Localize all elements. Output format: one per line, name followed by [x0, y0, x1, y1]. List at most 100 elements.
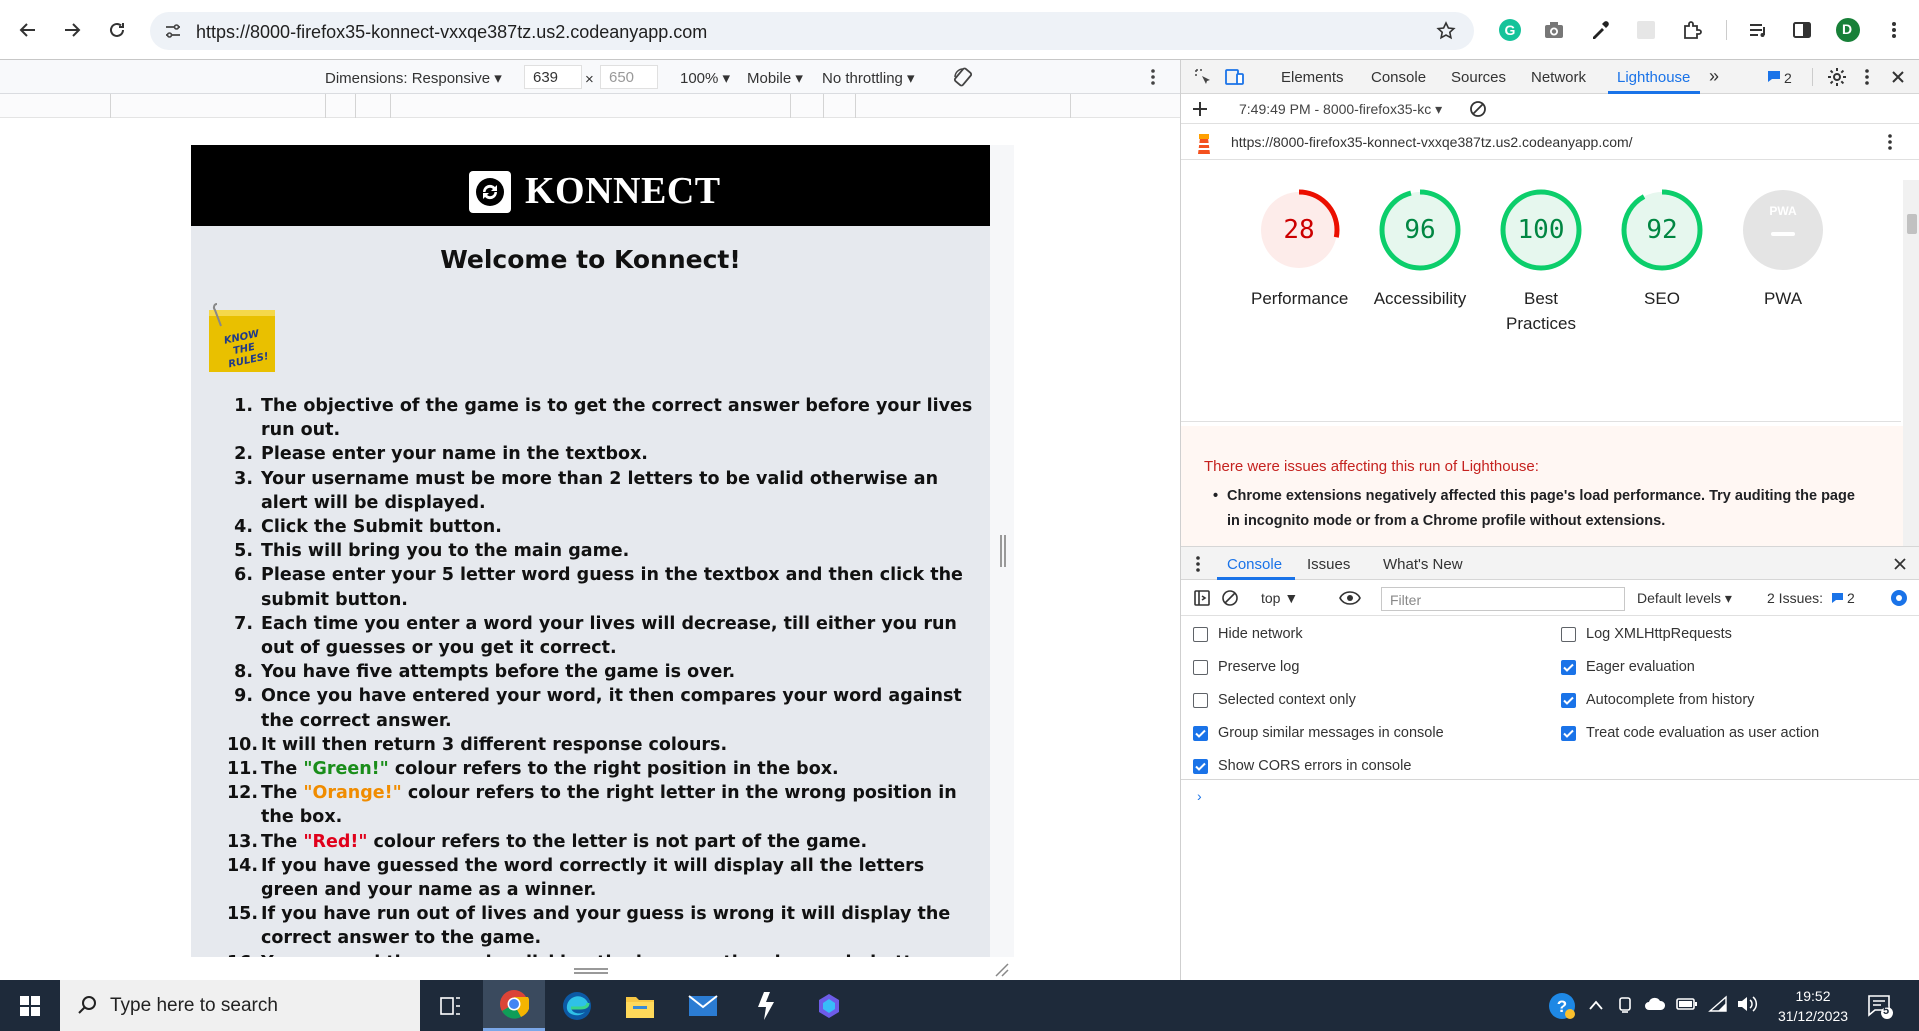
- wifi-icon[interactable]: [1708, 995, 1728, 1013]
- setting-show-cors-errors-in-console[interactable]: Show CORS errors in console: [1193, 758, 1411, 774]
- url-text[interactable]: https://8000-firefox35-konnect-vxxqe387t…: [196, 22, 707, 43]
- more-tabs-button[interactable]: »: [1709, 66, 1719, 87]
- report-menu-icon[interactable]: [1887, 133, 1893, 151]
- taskbar-app-lightning[interactable]: [735, 980, 797, 1031]
- checkbox[interactable]: [1561, 626, 1576, 642]
- help-icon[interactable]: ?: [1548, 992, 1576, 1020]
- setting-log-xmlhttprequests[interactable]: Log XMLHttpRequests: [1561, 626, 1732, 642]
- viewport-height-input[interactable]: 650: [600, 65, 658, 89]
- lighthouse-scrollbar[interactable]: [1903, 180, 1919, 556]
- chevron-up-icon[interactable]: [1588, 998, 1604, 1012]
- rotate-icon[interactable]: [952, 66, 974, 88]
- gauge-seo[interactable]: 92 SEO: [1614, 188, 1710, 311]
- start-button[interactable]: [0, 980, 60, 1031]
- forward-button[interactable]: [56, 14, 88, 46]
- checkbox[interactable]: [1193, 758, 1208, 774]
- screenshot-extension[interactable]: [1540, 16, 1568, 44]
- setting-group-similar-messages-in-console[interactable]: Group similar messages in console: [1193, 725, 1444, 741]
- console-sidebar-icon[interactable]: [1193, 589, 1211, 607]
- checkbox[interactable]: [1561, 659, 1576, 675]
- taskbar-file-explorer[interactable]: [609, 980, 671, 1031]
- onedrive-cloud-icon[interactable]: [1644, 997, 1666, 1011]
- media-controls-button[interactable]: [1744, 16, 1772, 44]
- checkbox[interactable]: [1561, 692, 1576, 708]
- gauge-pwa[interactable]: PWA PWA: [1735, 188, 1831, 311]
- close-devtools-icon[interactable]: [1890, 69, 1906, 85]
- battery-icon[interactable]: [1676, 997, 1698, 1011]
- side-panel-button[interactable]: [1788, 16, 1816, 44]
- device-toggle-icon[interactable]: [1223, 67, 1245, 87]
- inspect-element-icon[interactable]: [1193, 67, 1213, 87]
- address-bar[interactable]: https://8000-firefox35-konnect-vxxqe387t…: [150, 12, 1474, 50]
- scrollbar-thumb[interactable]: [1907, 214, 1917, 234]
- close-drawer-icon[interactable]: [1893, 557, 1907, 571]
- throttling-dropdown[interactable]: No throttling ▾: [822, 69, 915, 87]
- clear-reports-icon[interactable]: [1469, 100, 1487, 118]
- checkbox[interactable]: [1193, 692, 1208, 708]
- live-expression-eye-icon[interactable]: [1339, 590, 1361, 606]
- setting-autocomplete-from-history[interactable]: Autocomplete from history: [1561, 692, 1754, 708]
- setting-eager-evaluation[interactable]: Eager evaluation: [1561, 659, 1695, 675]
- device-toolbar-menu-icon[interactable]: [1150, 68, 1156, 86]
- reload-button[interactable]: [101, 14, 133, 46]
- konnect-logo[interactable]: [469, 171, 511, 213]
- drawer-tab-console[interactable]: Console: [1227, 556, 1282, 573]
- setting-hide-network[interactable]: Hide network: [1193, 626, 1303, 642]
- settings-gear-icon[interactable]: [1827, 67, 1847, 87]
- gauge-best-practices[interactable]: 100 Best Practices: [1493, 188, 1589, 336]
- taskbar-edge[interactable]: [546, 980, 608, 1031]
- tab-sources[interactable]: Sources: [1451, 69, 1506, 86]
- checkbox[interactable]: [1561, 725, 1576, 741]
- color-picker-extension[interactable]: [1586, 16, 1614, 44]
- setting-treat-code-evaluation-as-user-action[interactable]: Treat code evaluation as user action: [1561, 725, 1819, 741]
- report-url[interactable]: https://8000-firefox35-konnect-vxxqe387t…: [1231, 134, 1633, 150]
- setting-selected-context-only[interactable]: Selected context only: [1193, 692, 1356, 708]
- drawer-tab-whats-new[interactable]: What's New: [1383, 556, 1463, 573]
- tab-elements[interactable]: Elements: [1281, 69, 1344, 86]
- taskbar-copilot[interactable]: [798, 980, 860, 1031]
- right-resize-handle[interactable]: [1000, 535, 1006, 567]
- checkbox[interactable]: [1193, 626, 1208, 642]
- console-filter-input[interactable]: Filter: [1381, 587, 1625, 611]
- console-prompt[interactable]: ›: [1197, 788, 1202, 804]
- tab-console[interactable]: Console: [1371, 69, 1426, 86]
- bookmark-star-icon[interactable]: [1436, 21, 1456, 41]
- chrome-menu-button[interactable]: [1880, 16, 1908, 44]
- setting-preserve-log[interactable]: Preserve log: [1193, 659, 1299, 675]
- issues-message-icon[interactable]: [1767, 70, 1781, 83]
- gauge-accessibility[interactable]: 96 Accessibility: [1372, 188, 1468, 311]
- taskbar-search[interactable]: Type here to search: [60, 980, 420, 1031]
- profile-avatar[interactable]: D: [1834, 16, 1862, 44]
- devtools-menu-icon[interactable]: [1864, 68, 1870, 86]
- device-type-dropdown[interactable]: Mobile ▾: [747, 69, 803, 87]
- volume-icon[interactable]: [1736, 995, 1758, 1013]
- taskbar-chrome[interactable]: [483, 980, 545, 1031]
- console-issues-label[interactable]: 2 Issues:: [1767, 590, 1823, 606]
- bottom-resize-handle[interactable]: [574, 968, 608, 974]
- log-levels-dropdown[interactable]: Default levels ▾: [1637, 590, 1732, 607]
- clear-console-icon[interactable]: [1221, 589, 1239, 607]
- corner-resize-icon[interactable]: [994, 962, 1010, 978]
- extension-placeholder[interactable]: [1632, 16, 1660, 44]
- zoom-dropdown[interactable]: 100% ▾: [680, 69, 730, 87]
- task-view-button[interactable]: [420, 980, 482, 1031]
- checkbox[interactable]: [1193, 725, 1208, 741]
- grammarly-extension[interactable]: G: [1496, 16, 1524, 44]
- drawer-tab-issues[interactable]: Issues: [1307, 556, 1350, 573]
- report-selector[interactable]: 7:49:49 PM - 8000-firefox35-kc ▾: [1239, 101, 1442, 118]
- gauge-performance[interactable]: 28 Performance: [1251, 188, 1348, 311]
- konnect-page[interactable]: KONNECT Welcome to Konnect! KNOW THE RUL…: [191, 145, 990, 957]
- dimensions-dropdown[interactable]: Dimensions: Responsive ▾: [325, 69, 502, 87]
- new-report-plus-icon[interactable]: [1191, 100, 1209, 118]
- site-settings-icon[interactable]: [164, 22, 182, 40]
- taskbar-mail[interactable]: [672, 980, 734, 1031]
- tab-network[interactable]: Network: [1531, 69, 1586, 86]
- context-selector[interactable]: top ▼: [1261, 590, 1298, 606]
- console-settings-icon[interactable]: [1889, 588, 1909, 608]
- drawer-menu-icon[interactable]: [1195, 555, 1201, 573]
- device-icon[interactable]: [1616, 996, 1634, 1014]
- extensions-button[interactable]: [1678, 16, 1706, 44]
- tab-lighthouse[interactable]: Lighthouse: [1617, 69, 1690, 86]
- system-clock[interactable]: 19:52 31/12/2023: [1768, 986, 1858, 1026]
- viewport-width-input[interactable]: 639: [524, 65, 582, 89]
